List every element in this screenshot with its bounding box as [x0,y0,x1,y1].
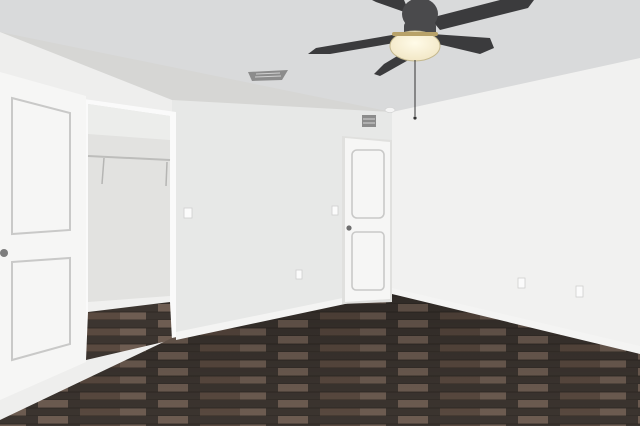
fan-light-rim [392,32,438,36]
power-outlet-icon[interactable] [295,269,303,280]
closet-rod-bracket [165,161,168,187]
power-outlet-icon[interactable] [575,285,584,298]
smoke-detector-icon [384,107,396,113]
light-switch-icon[interactable] [331,205,339,216]
hallway-door-closed[interactable] [342,136,392,304]
room-illustration [0,0,640,426]
door-knob-icon[interactable] [346,225,352,231]
air-vent-icon [362,115,376,127]
power-outlet-icon[interactable] [517,277,526,289]
light-switch-icon[interactable] [183,207,193,219]
door-knob-icon[interactable] [0,249,8,257]
bedroom-photo [0,0,640,426]
bedroom-door-open[interactable] [0,72,86,400]
pull-chain-knob[interactable] [413,116,417,120]
